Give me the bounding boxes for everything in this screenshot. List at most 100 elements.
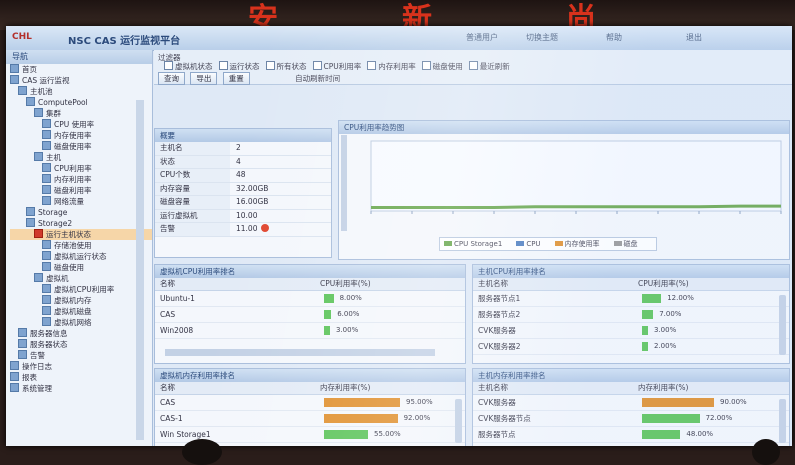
nav-item[interactable]: 内存使用率 <box>10 130 152 141</box>
usage-bar <box>642 326 648 335</box>
node-icon <box>18 339 27 348</box>
trend-chart <box>341 135 782 231</box>
nav-item[interactable]: 首页 <box>10 64 152 75</box>
help-link[interactable]: 帮助 <box>606 32 622 43</box>
table-row[interactable]: CVK服务器 90.00% <box>473 395 789 411</box>
vertical-scrollbar[interactable] <box>779 295 786 355</box>
table-row[interactable]: Win2008 3.00% <box>155 323 465 339</box>
summary-value: 2 <box>236 143 241 152</box>
table-row[interactable]: CVK服务器2 30.00% <box>473 443 789 446</box>
nav-item-label: 虚拟机运行状态 <box>54 252 107 261</box>
column-header[interactable]: 名称 <box>155 382 320 394</box>
option-checkbox[interactable] <box>164 61 173 70</box>
sidebar-scrollbar[interactable] <box>136 100 144 440</box>
vertical-scrollbar[interactable] <box>455 399 462 443</box>
table-row[interactable]: CAS-1 92.00% <box>155 411 465 427</box>
usage-bar <box>324 414 398 423</box>
host-cpu-panel: 主机CPU利用率排名 主机名称 CPU利用率(%) 服务器节点1 12.00% 服务器节… <box>472 264 790 364</box>
nav-item[interactable]: 集群 <box>10 108 152 119</box>
nav-item[interactable]: 虚拟机内存 <box>10 295 152 306</box>
nav-item[interactable]: CPU利用率 <box>10 163 152 174</box>
nav-item[interactable]: 磁盘利用率 <box>10 185 152 196</box>
audience-head <box>752 439 780 465</box>
reset-button[interactable]: 重置 <box>222 72 250 85</box>
nav-item[interactable]: 虚拟机网络 <box>10 317 152 328</box>
nav-item[interactable]: 内存利用率 <box>10 174 152 185</box>
query-button[interactable]: 查询 <box>158 72 185 85</box>
column-header[interactable]: CPU利用率(%) <box>638 278 789 290</box>
option-checkbox[interactable] <box>468 61 478 70</box>
vertical-scrollbar[interactable] <box>779 399 786 443</box>
user-link[interactable]: 普通用户 <box>466 32 498 43</box>
bar-cell: 8.00% <box>320 291 465 306</box>
nav-item-label: 虚拟机网络 <box>54 318 92 327</box>
legend-item[interactable]: 磁盘 <box>613 240 638 248</box>
table-row[interactable]: 服务器节点2 7.00% <box>473 307 789 323</box>
nav-item[interactable]: Storage2 <box>10 218 152 229</box>
summary-row: 主机名 2 <box>155 142 331 156</box>
legend-label: CPU Storage1 <box>454 240 503 248</box>
toolbar: 过滤器 虚拟机状态 运行状态 所有状态 CPU利用率 内存利用率 磁盘使用 最近刷新 查询 … <box>154 50 792 85</box>
table-row[interactable]: CVK服务器 3.00% <box>473 323 789 339</box>
nav-item[interactable]: 虚拟机运行状态 <box>10 251 152 262</box>
nav-item[interactable]: 网络流量 <box>10 196 152 207</box>
nav-item[interactable]: 虚拟机CPU利用率 <box>10 284 152 295</box>
alert-icon <box>34 229 43 238</box>
vertical-scrollbar[interactable] <box>341 135 347 231</box>
column-header[interactable]: 内存利用率(%) <box>320 382 465 394</box>
nav-item[interactable]: 磁盘使用率 <box>10 141 152 152</box>
node-icon <box>42 196 51 205</box>
horizontal-scrollbar[interactable] <box>165 349 435 356</box>
usage-value: 12.00% <box>667 294 694 302</box>
theme-link[interactable]: 切换主题 <box>526 32 558 43</box>
nav-item[interactable]: 虚拟机磁盘 <box>10 306 152 317</box>
nav-item[interactable]: Storage <box>10 207 152 218</box>
option-checkbox[interactable] <box>265 61 275 70</box>
nav-item[interactable]: 系统管理 <box>10 383 152 394</box>
column-header[interactable]: 主机名称 <box>473 278 638 290</box>
nav-item[interactable]: 告警 <box>10 350 152 361</box>
table-row[interactable]: CAS 6.00% <box>155 307 465 323</box>
nav-item[interactable]: ComputePool <box>10 97 152 108</box>
option-checkbox[interactable] <box>367 61 377 70</box>
table-row[interactable]: 服务器节点 48.00% <box>473 427 789 443</box>
summary-value: 16.00GB <box>236 197 269 206</box>
alert-icon <box>261 224 270 232</box>
nav-item[interactable]: CAS 运行监视 <box>10 75 152 86</box>
option-label: 运行状态 <box>229 62 260 71</box>
nav-item[interactable]: 主机 <box>10 152 152 163</box>
column-header[interactable]: 名称 <box>155 278 320 290</box>
nav-item[interactable]: 运行主机状态 <box>10 229 152 240</box>
table-row[interactable]: Ubuntu-1 8.00% <box>155 291 465 307</box>
refresh-label: 自动刷新时间 <box>295 74 341 83</box>
table-row[interactable]: CVK服务器节点 72.00% <box>473 411 789 427</box>
nav-item[interactable]: 虚拟机 <box>10 273 152 284</box>
nav-item[interactable]: 主机池 <box>10 86 152 97</box>
table-row[interactable]: CVK服务器2 2.00% <box>473 339 789 355</box>
bar-cell: 3.00% <box>638 323 789 338</box>
nav-item[interactable]: 服务器信息 <box>10 328 152 339</box>
legend-item[interactable]: 内存使用率 <box>554 240 600 248</box>
option-checkbox[interactable] <box>312 61 322 70</box>
export-button[interactable]: 导出 <box>190 72 218 85</box>
legend-item[interactable]: CPU <box>516 240 541 248</box>
nav-item[interactable]: 磁盘使用 <box>10 262 152 273</box>
column-header[interactable]: 内存利用率(%) <box>638 382 789 394</box>
nav-item[interactable]: 存储池使用 <box>10 240 152 251</box>
legend-swatch <box>554 241 563 246</box>
legend-item[interactable]: CPU Storage1 <box>444 240 502 248</box>
column-header[interactable]: 主机名称 <box>473 382 638 394</box>
nav-item[interactable]: CPU 使用率 <box>10 119 152 130</box>
nav-item[interactable]: 操作日志 <box>10 361 152 372</box>
option-checkbox[interactable] <box>421 61 431 70</box>
nav-item[interactable]: 服务器状态 <box>10 339 152 350</box>
column-header[interactable]: CPU利用率(%) <box>320 278 465 290</box>
table-row[interactable]: 服务器节点1 12.00% <box>473 291 789 307</box>
logout-link[interactable]: 退出 <box>686 32 702 43</box>
table-row[interactable]: CAS 95.00% <box>155 395 465 411</box>
row-name: CVK服务器 <box>478 398 516 407</box>
option-checkbox[interactable] <box>218 61 228 70</box>
nav-item[interactable]: 报表 <box>10 372 152 383</box>
summary-row: 内存容量 32.00GB <box>155 182 331 196</box>
node-icon <box>10 372 19 381</box>
